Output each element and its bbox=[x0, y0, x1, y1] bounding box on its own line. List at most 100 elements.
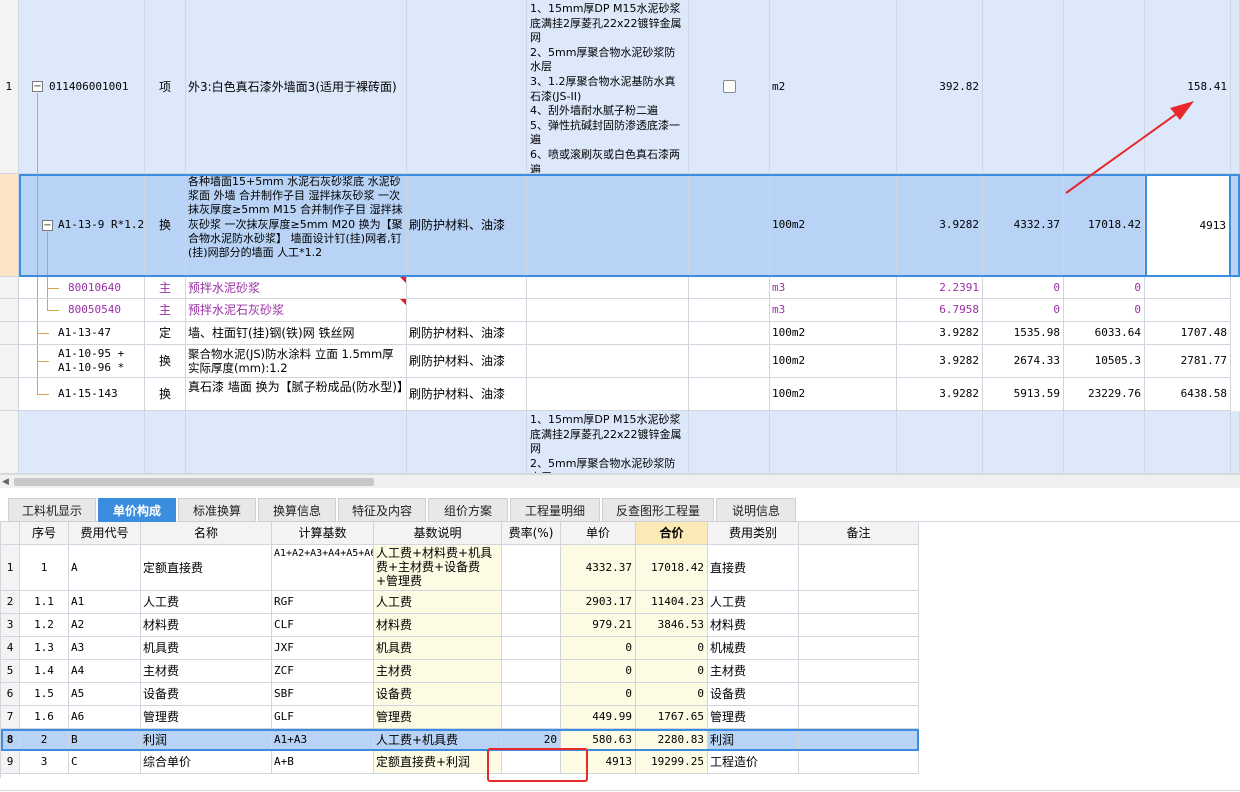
table-cell[interactable]: 主材费 bbox=[708, 660, 799, 683]
table-cell[interactable]: A bbox=[69, 545, 141, 591]
table-cell[interactable]: A3 bbox=[69, 637, 141, 660]
row-number[interactable]: 5 bbox=[1, 660, 20, 683]
scrollbar-thumb[interactable] bbox=[14, 478, 374, 486]
table-cell[interactable]: 1 bbox=[20, 545, 69, 591]
table-cell[interactable] bbox=[502, 683, 561, 706]
table-cell[interactable]: 3846.53 bbox=[636, 614, 708, 637]
table-cell[interactable] bbox=[799, 591, 919, 614]
col-header[interactable]: 备注 bbox=[799, 522, 919, 545]
table-cell[interactable]: A5 bbox=[69, 683, 141, 706]
table-cell[interactable]: A6 bbox=[69, 706, 141, 729]
table-cell[interactable]: 主材费 bbox=[374, 660, 502, 683]
table-cell[interactable] bbox=[502, 706, 561, 729]
table-cell[interactable] bbox=[799, 729, 919, 751]
table-cell[interactable]: 直接费 bbox=[708, 545, 799, 591]
table-cell[interactable]: 17018.42 bbox=[636, 545, 708, 591]
table-cell[interactable]: 材料费 bbox=[708, 614, 799, 637]
table-cell[interactable]: 管理费 bbox=[374, 706, 502, 729]
table-cell[interactable]: 材料费 bbox=[374, 614, 502, 637]
table-cell[interactable]: 0 bbox=[561, 660, 636, 683]
table-cell[interactable]: 0 bbox=[636, 683, 708, 706]
table-cell[interactable]: 11404.23 bbox=[636, 591, 708, 614]
table-cell[interactable] bbox=[799, 614, 919, 637]
table-cell[interactable]: CLF bbox=[272, 614, 374, 637]
table-cell[interactable] bbox=[799, 706, 919, 729]
table-cell[interactable]: 利润 bbox=[708, 729, 799, 751]
col-header[interactable]: 基数说明 bbox=[374, 522, 502, 545]
tab-reverse-lookup[interactable]: 反查图形工程量 bbox=[602, 498, 714, 522]
table-cell[interactable]: 人工费 bbox=[141, 591, 272, 614]
table-cell[interactable]: 2 bbox=[20, 729, 69, 751]
row-number[interactable]: 9 bbox=[1, 751, 20, 774]
table-cell[interactable]: C bbox=[69, 751, 141, 774]
table-cell[interactable]: 3 bbox=[20, 751, 69, 774]
table-cell[interactable]: 19299.25 bbox=[636, 751, 708, 774]
row-number[interactable]: 6 bbox=[1, 683, 20, 706]
row-number[interactable]: 4 bbox=[1, 637, 20, 660]
tab-description[interactable]: 说明信息 bbox=[716, 498, 796, 522]
table-cell[interactable]: A+B bbox=[272, 751, 374, 774]
table-cell[interactable]: 0 bbox=[561, 637, 636, 660]
table-cell[interactable] bbox=[799, 637, 919, 660]
table-cell[interactable]: 1.1 bbox=[20, 591, 69, 614]
row-number[interactable]: 7 bbox=[1, 706, 20, 729]
col-header[interactable]: 名称 bbox=[141, 522, 272, 545]
table-cell[interactable]: 1.2 bbox=[20, 614, 69, 637]
table-cell[interactable]: 综合单价 bbox=[141, 751, 272, 774]
col-header-total[interactable]: 合价 bbox=[636, 522, 708, 545]
col-header[interactable]: 序号 bbox=[20, 522, 69, 545]
col-header[interactable]: 计算基数 bbox=[272, 522, 374, 545]
table-cell[interactable] bbox=[502, 660, 561, 683]
table-cell[interactable]: 主材费 bbox=[141, 660, 272, 683]
table-cell[interactable]: 利润 bbox=[141, 729, 272, 751]
col-header[interactable]: 费用类别 bbox=[708, 522, 799, 545]
table-cell[interactable]: 1767.65 bbox=[636, 706, 708, 729]
tab-material-display[interactable]: 工料机显示 bbox=[8, 498, 96, 522]
table-cell[interactable] bbox=[502, 591, 561, 614]
table-cell[interactable]: A1+A2+A3+A4+A5+A6 bbox=[272, 545, 374, 591]
table-cell[interactable]: A4 bbox=[69, 660, 141, 683]
col-header[interactable]: 费用代号 bbox=[69, 522, 141, 545]
table-cell[interactable]: 人工费 bbox=[708, 591, 799, 614]
tab-conversion-info[interactable]: 换算信息 bbox=[258, 498, 336, 522]
table-cell[interactable] bbox=[799, 545, 919, 591]
table-cell[interactable]: A1+A3 bbox=[272, 729, 374, 751]
table-cell[interactable]: SBF bbox=[272, 683, 374, 706]
table-cell[interactable]: 2903.17 bbox=[561, 591, 636, 614]
scroll-left-arrow-icon[interactable]: ◀ bbox=[2, 477, 9, 487]
table-cell[interactable]: 人工费+材料费+机具费+主材费+设备费+管理费 bbox=[374, 545, 502, 591]
row-number[interactable]: 1 bbox=[1, 545, 20, 591]
table-cell[interactable]: 1.4 bbox=[20, 660, 69, 683]
table-cell[interactable]: 20 bbox=[502, 729, 561, 751]
table-cell[interactable] bbox=[502, 751, 561, 774]
table-cell[interactable]: GLF bbox=[272, 706, 374, 729]
table-cell[interactable]: 449.99 bbox=[561, 706, 636, 729]
col-header[interactable]: 费率(%) bbox=[502, 522, 561, 545]
table-cell[interactable]: 580.63 bbox=[561, 729, 636, 751]
table-cell[interactable] bbox=[799, 660, 919, 683]
table-cell[interactable]: 0 bbox=[636, 660, 708, 683]
table-cell[interactable]: 机械费 bbox=[708, 637, 799, 660]
table-cell[interactable]: 定额直接费 bbox=[141, 545, 272, 591]
table-cell[interactable]: 人工费+机具费 bbox=[374, 729, 502, 751]
table-cell[interactable]: ZCF bbox=[272, 660, 374, 683]
tab-standard-conversion[interactable]: 标准换算 bbox=[178, 498, 256, 522]
table-cell[interactable]: 设备费 bbox=[708, 683, 799, 706]
table-cell[interactable]: 机具费 bbox=[374, 637, 502, 660]
table-cell[interactable]: JXF bbox=[272, 637, 374, 660]
table-cell[interactable]: A2 bbox=[69, 614, 141, 637]
table-cell[interactable]: 1.3 bbox=[20, 637, 69, 660]
table-cell[interactable]: B bbox=[69, 729, 141, 751]
row-number[interactable]: 2 bbox=[1, 591, 20, 614]
table-cell[interactable] bbox=[799, 751, 919, 774]
table-cell[interactable]: 0 bbox=[561, 683, 636, 706]
table-cell[interactable]: 979.21 bbox=[561, 614, 636, 637]
horizontal-scrollbar[interactable]: ◀ bbox=[0, 474, 1240, 488]
col-header[interactable]: 单价 bbox=[561, 522, 636, 545]
tab-pricing-plan[interactable]: 组价方案 bbox=[428, 498, 508, 522]
table-cell[interactable]: 设备费 bbox=[141, 683, 272, 706]
tab-features[interactable]: 特征及内容 bbox=[338, 498, 426, 522]
table-cell[interactable]: RGF bbox=[272, 591, 374, 614]
table-cell[interactable]: 管理费 bbox=[141, 706, 272, 729]
row-number[interactable]: 8 bbox=[1, 729, 20, 751]
